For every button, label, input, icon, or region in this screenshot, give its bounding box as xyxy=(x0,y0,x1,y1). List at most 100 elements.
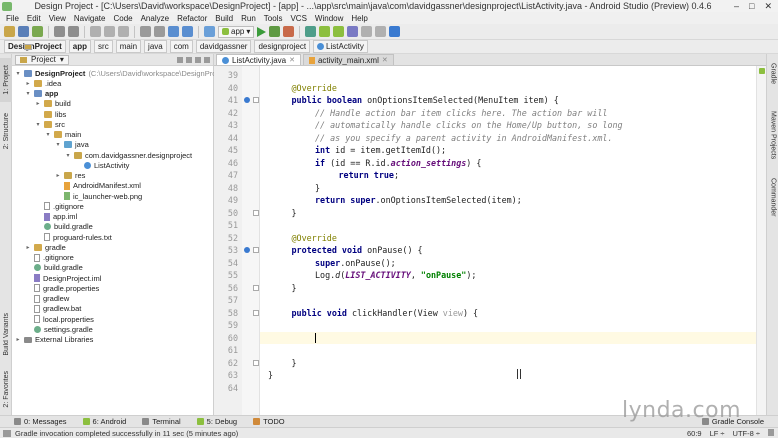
redo-icon[interactable] xyxy=(68,26,79,37)
tree-item[interactable]: .gitignore xyxy=(25,253,74,263)
structure-tool-tab[interactable]: 2: Structure xyxy=(0,106,12,156)
close-tab-icon[interactable]: ✕ xyxy=(289,56,295,64)
undo-icon[interactable] xyxy=(54,26,65,37)
collapse-all-icon[interactable] xyxy=(186,56,192,63)
scroll-from-source-icon[interactable] xyxy=(177,56,183,63)
tree-item[interactable]: ▾ java xyxy=(55,140,88,150)
fold-marker-icon[interactable] xyxy=(253,97,259,103)
messages-tool-tab[interactable]: 0: Messages xyxy=(14,417,67,426)
gradle-tool-tab[interactable]: Gradle xyxy=(767,58,778,90)
tree-item[interactable]: ▾ src xyxy=(35,119,65,129)
status-message[interactable]: Gradle invocation completed successfully… xyxy=(15,429,238,438)
run-configuration-select[interactable]: app ▾ xyxy=(218,25,255,38)
sync-icon[interactable] xyxy=(32,26,43,37)
breadcrumb-com[interactable]: com xyxy=(24,40,193,53)
project-tool-tab[interactable]: 1: Project xyxy=(0,58,12,102)
breadcrumb-designproject-package[interactable]: designproject xyxy=(24,40,311,53)
menu-file[interactable]: File xyxy=(2,14,23,23)
tree-item[interactable]: gradle.properties xyxy=(25,283,99,293)
lock-icon[interactable] xyxy=(768,428,774,436)
tree-item[interactable]: ▸ build xyxy=(35,99,70,109)
maximize-button[interactable]: □ xyxy=(749,1,754,12)
menu-code[interactable]: Code xyxy=(109,14,136,23)
expanded-arrow-icon[interactable]: ▾ xyxy=(35,121,41,128)
make-project-icon[interactable] xyxy=(204,26,215,37)
breadcrumb-davidgassner[interactable]: davidgassner xyxy=(24,40,252,53)
project-structure-icon[interactable] xyxy=(375,26,387,37)
expanded-arrow-icon[interactable]: ▾ xyxy=(25,90,31,97)
breadcrumb-app[interactable]: app xyxy=(24,40,92,53)
breadcrumb-java[interactable]: java xyxy=(24,40,167,53)
tree-item[interactable]: ic_launcher-web.png xyxy=(55,191,142,201)
menu-vcs[interactable]: VCS xyxy=(286,14,310,23)
minimize-button[interactable]: – xyxy=(734,1,739,12)
code-text[interactable]: @Override public boolean onOptionsItemSel… xyxy=(260,66,756,415)
tree-item[interactable]: build.gradle xyxy=(35,222,93,232)
tree-item[interactable]: .gitignore xyxy=(35,201,84,211)
gradle-sync-icon[interactable] xyxy=(305,26,317,37)
commander-tool-tab[interactable]: Commander xyxy=(767,172,778,222)
open-icon[interactable] xyxy=(4,26,15,37)
fold-marker-icon[interactable] xyxy=(253,359,259,366)
collapsed-arrow-icon[interactable]: ▸ xyxy=(25,80,31,87)
override-method-icon[interactable] xyxy=(244,247,250,253)
menu-navigate[interactable]: Navigate xyxy=(70,14,110,23)
tree-item[interactable]: ▾ DesignProject (C:\Users\David\workspace\… xyxy=(15,68,230,78)
collapsed-arrow-icon[interactable]: ▸ xyxy=(55,172,61,179)
tree-item[interactable]: ▸ res xyxy=(55,171,85,181)
file-encoding[interactable]: UTF-8 ÷ xyxy=(733,429,760,438)
back-icon[interactable] xyxy=(168,26,179,37)
paste-icon[interactable] xyxy=(118,26,129,37)
build-variants-tool-tab[interactable]: Build Variants xyxy=(0,304,12,364)
tree-item[interactable]: proguard-rules.txt xyxy=(35,232,112,242)
tree-item[interactable]: app.iml xyxy=(35,212,77,222)
tree-item[interactable]: gradlew.bat xyxy=(25,304,81,314)
gear-icon[interactable] xyxy=(195,56,201,63)
close-button[interactable]: ✕ xyxy=(764,1,772,12)
menu-tools[interactable]: Tools xyxy=(260,14,287,23)
debug-tool-tab[interactable]: 5: Debug xyxy=(196,417,237,426)
tree-item[interactable]: ▾ com.davidgassner.designproject xyxy=(65,150,192,160)
tree-item[interactable]: ▾ app xyxy=(25,89,58,99)
breadcrumb-designproject[interactable]: DesignProject xyxy=(4,40,66,53)
expanded-arrow-icon[interactable]: ▾ xyxy=(65,152,71,159)
collapsed-arrow-icon[interactable]: ▸ xyxy=(35,100,41,107)
expanded-arrow-icon[interactable]: ▾ xyxy=(55,141,61,148)
sdk-manager-icon[interactable] xyxy=(333,26,345,37)
close-tab-icon[interactable]: ✕ xyxy=(382,56,388,64)
menu-help[interactable]: Help xyxy=(347,14,371,23)
tree-item[interactable]: ▾ main xyxy=(45,130,81,140)
breadcrumb-main[interactable]: main xyxy=(24,40,142,53)
maven-projects-tool-tab[interactable]: Maven Projects xyxy=(767,102,778,168)
expanded-arrow-icon[interactable]: ▾ xyxy=(15,70,21,77)
settings-icon[interactable] xyxy=(361,26,373,37)
override-method-icon[interactable] xyxy=(244,97,250,103)
tree-item[interactable]: gradlew xyxy=(25,294,69,304)
hide-icon[interactable] xyxy=(204,56,210,63)
copy-icon[interactable] xyxy=(104,26,115,37)
expanded-arrow-icon[interactable]: ▾ xyxy=(45,131,51,138)
todo-tool-tab[interactable]: TODO xyxy=(253,417,285,426)
error-stripe[interactable] xyxy=(756,66,766,415)
menu-window[interactable]: Window xyxy=(311,14,347,23)
avd-manager-icon[interactable] xyxy=(319,26,331,37)
menu-run[interactable]: Run xyxy=(237,14,260,23)
fold-marker-icon[interactable] xyxy=(253,209,259,216)
fold-marker-icon[interactable] xyxy=(253,309,259,316)
menu-view[interactable]: View xyxy=(45,14,70,23)
tree-item[interactable]: ▸ gradle xyxy=(25,242,65,252)
terminal-tool-tab[interactable]: Terminal xyxy=(142,417,181,426)
cut-icon[interactable] xyxy=(90,26,101,37)
run-icon[interactable] xyxy=(257,26,267,37)
monitor-icon[interactable] xyxy=(347,26,359,37)
collapsed-arrow-icon[interactable]: ▸ xyxy=(15,336,21,343)
breadcrumb-src[interactable]: src xyxy=(24,40,113,53)
tree-item[interactable]: local.properties xyxy=(25,314,94,324)
forward-icon[interactable] xyxy=(182,26,193,37)
editor-tab-listactivity[interactable]: ListActivity.java ✕ xyxy=(216,54,301,65)
tree-item[interactable]: AndroidManifest.xml xyxy=(55,181,141,191)
menu-build[interactable]: Build xyxy=(211,14,237,23)
replace-icon[interactable] xyxy=(154,26,165,37)
tree-item[interactable]: ▸ External Libraries xyxy=(15,335,93,345)
tree-item[interactable]: ▸ .idea xyxy=(25,78,61,88)
